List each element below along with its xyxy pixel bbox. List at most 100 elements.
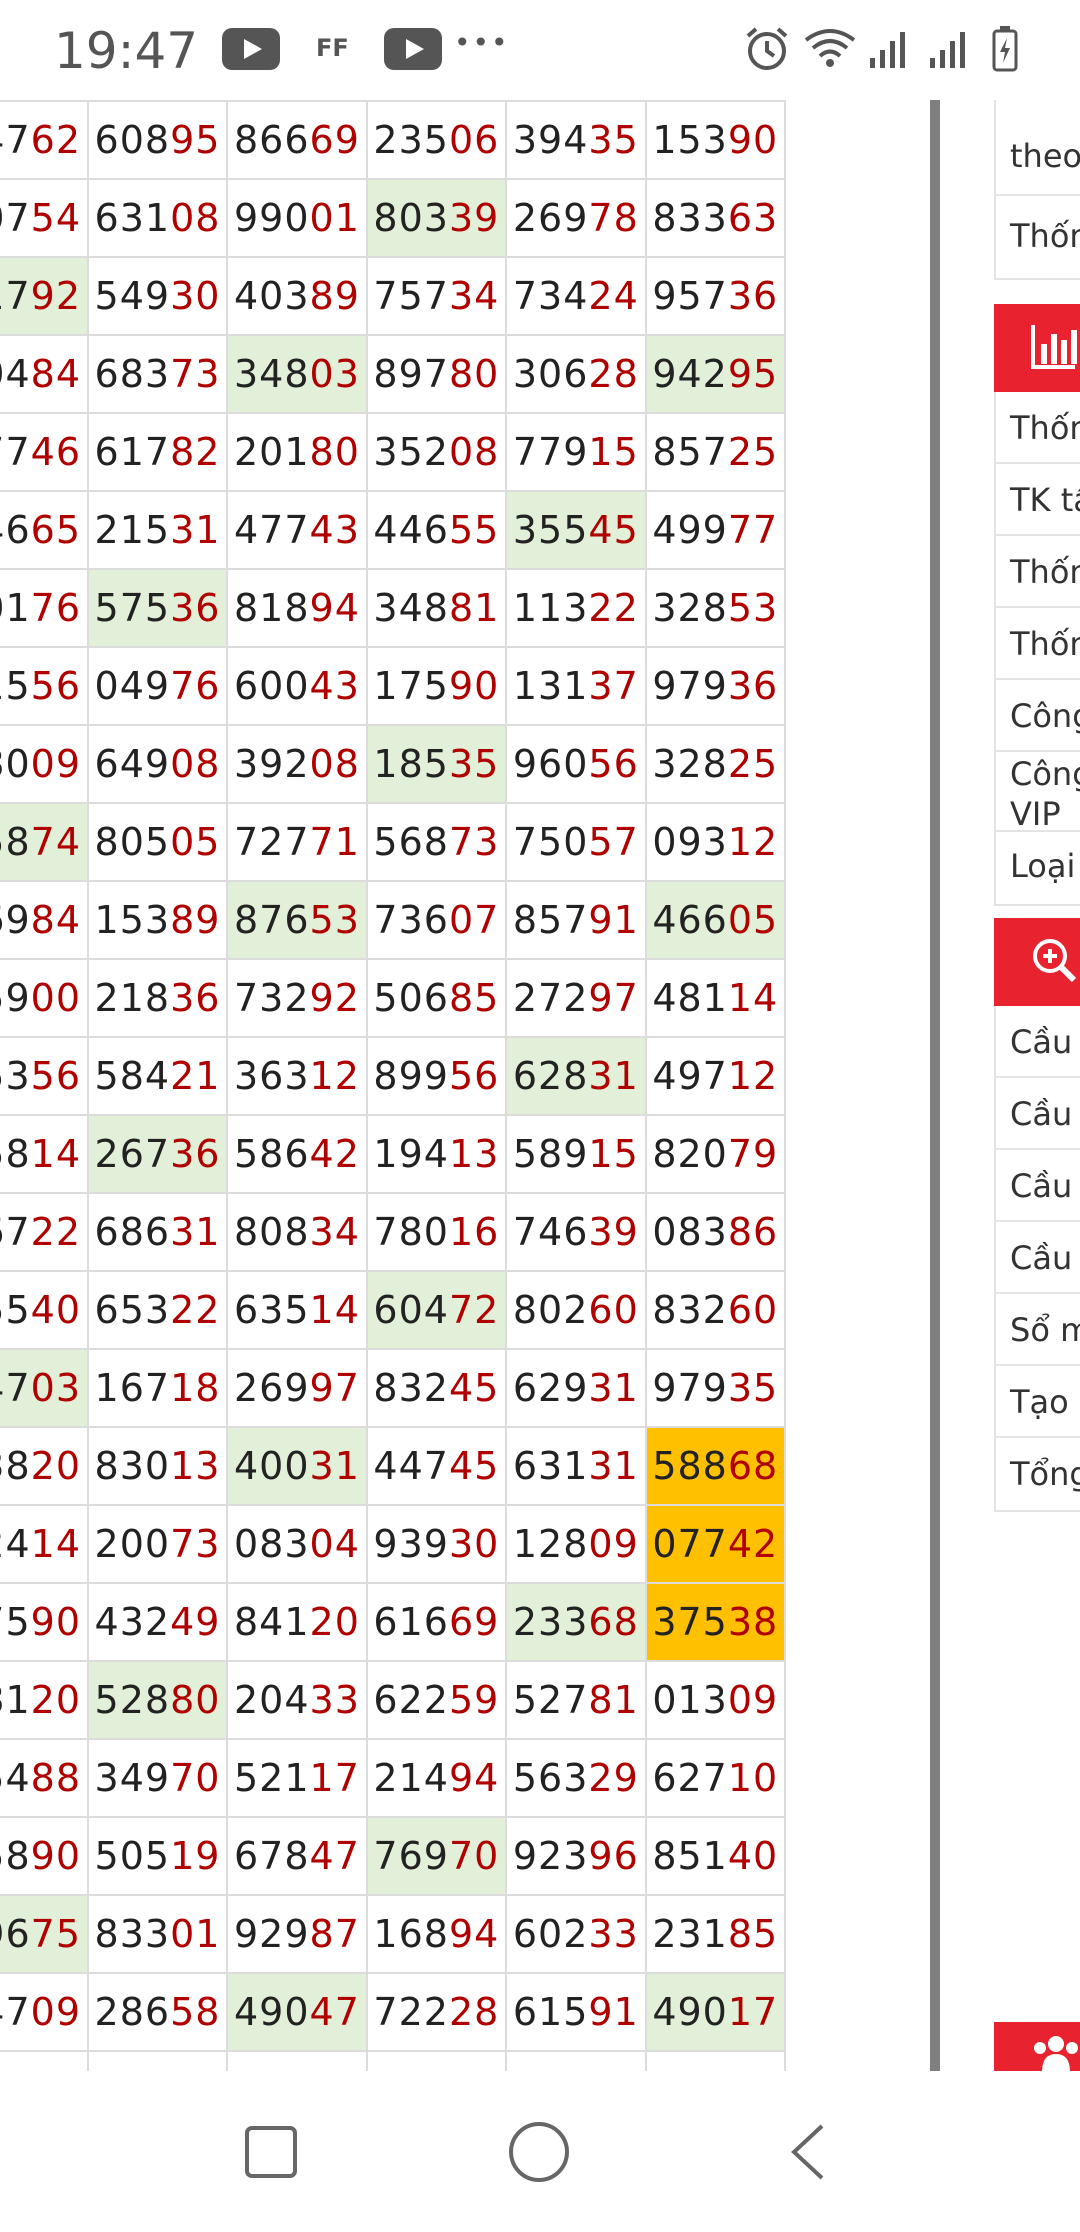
table-cell: 81556 [0,646,89,726]
sidebar-item[interactable]: Thốn [996,196,1080,276]
table-cell: 19413 [365,1114,508,1194]
table-row: 7467226863180834780167463908386 [0,1192,787,1272]
sidebar-item[interactable]: TK tầ [996,464,1080,536]
table-cell: 16894 [365,1894,508,1974]
table-cell: 72771 [226,802,368,882]
table-cell: 78016 [365,1192,508,1272]
table-row: 3981205288020433622595278101309 [0,1660,787,1740]
table-cell: 75057 [505,802,647,882]
table-cell: 95736 [644,256,787,336]
table-cell: 46605 [644,880,787,960]
sidebar-item[interactable]: Thốn [996,392,1080,464]
table-cell: 95488 [0,1738,89,1818]
table-row: 4217925493040389757347342495736 [0,256,787,336]
table-row: 0175904324984120616692336837538 [0,1582,787,1662]
ff-icon: FF [316,34,349,62]
alarm-icon [746,27,788,70]
table-cell: 21494 [365,1738,508,1818]
table-cell: 28658 [86,1972,229,2052]
table-cell: 44745 [365,1426,508,1506]
sidebar-item[interactable]: Tổng [996,1438,1080,1510]
vertical-scrollbar[interactable] [930,100,940,2071]
table-cell: 85356 [0,1036,89,1116]
table-cell: 85140 [644,1816,787,1896]
table-cell: 92396 [505,1816,647,1896]
table-cell: 36312 [226,1036,368,1116]
sidebar-header-search [994,918,1080,1006]
table-cell: 89956 [365,1036,508,1116]
table-cell: 61782 [86,412,229,492]
table-cell: 40389 [226,256,368,336]
sidebar-item[interactable]: Thốn [996,608,1080,680]
results-grid: 0747626089586669235063943515390830754631… [0,100,787,2071]
table-cell: 52880 [86,1660,229,1740]
table-row: 9658748050572771568737505709312 [0,802,787,882]
table-cell: 94295 [644,334,787,414]
sidebar-item[interactable]: Cầu [996,1006,1080,1078]
sidebar-item[interactable]: Loại [996,832,1080,902]
sidebar: theo Thốn Thốn TK tầ Thốn Thốn Công Công… [990,100,1080,2071]
table-cell: 17590 [0,1582,89,1662]
sidebar-item[interactable]: Công VIP [996,752,1080,833]
table-cell: 23506 [365,100,508,180]
table-row: 6638208301340031447456313158868 [0,1426,787,1506]
sidebar-item[interactable]: Tạo [996,1366,1080,1438]
table-cell: 56873 [365,802,508,882]
sidebar-item[interactable]: Công [996,680,1080,752]
table-cell: 97936 [644,646,787,726]
table-row: 2815560497660043175901313797936 [0,646,787,726]
table-cell: 08304 [226,1504,368,1584]
table-cell: 83245 [365,1348,508,1428]
sidebar-item[interactable]: Thốn [996,536,1080,608]
sidebar-item[interactable]: theo [996,100,1080,196]
table-cell: 49977 [644,490,787,570]
table-cell: 63820 [0,1426,89,1506]
table-cell: 63108 [86,178,229,258]
table-cell: 44655 [365,490,508,570]
table-cell: 21836 [86,958,229,1038]
table-cell: 05900 [0,958,89,1038]
table-row: 0796758330192987168946023323185 [0,1894,787,1974]
table-cell: 62931 [505,1348,647,1428]
table-cell: 80260 [505,1270,647,1350]
table-cell: 39208 [226,724,368,804]
battery-charging-icon [992,26,1018,72]
table-cell: 16718 [86,1348,229,1428]
sidebar-item[interactable]: Sổ m [996,1294,1080,1366]
table-cell: 49712 [644,1036,787,1116]
back-icon[interactable] [788,2123,828,2181]
sidebar-item[interactable]: Cầu [996,1222,1080,1294]
table-cell: 73292 [226,958,368,1038]
table-cell: 20073 [86,1504,229,1584]
table-cell: 15890 [0,1816,89,1896]
table-cell: 26978 [505,178,647,258]
results-table[interactable]: 0747626089586669235063943515390830754631… [0,100,934,2071]
table-cell: 43249 [86,1582,229,1662]
table-row: 0747626089586669235063943515390 [0,100,787,180]
table-cell: 86669 [226,100,368,180]
table-cell: 20433 [226,1660,368,1740]
table-cell: 68631 [86,1192,229,1272]
home-icon[interactable] [508,2121,570,2183]
table-cell: 68373 [86,334,229,414]
table-cell: 12809 [505,1504,647,1584]
table-cell: 52446 [505,2050,647,2071]
table-cell: 23368 [505,1582,647,1662]
table-cell: 52117 [226,1738,368,1818]
table-cell: 32853 [644,568,787,648]
sidebar-item[interactable]: Cầu [996,1150,1080,1222]
table-cell: 52781 [505,1660,647,1740]
table-row: 6480096490839208185359605632825 [0,724,787,804]
table-cell: 50519 [86,1816,229,1896]
table-cell: 11322 [505,568,647,648]
table-cell: 76970 [365,1816,508,1896]
recent-apps-icon[interactable] [244,2125,298,2179]
table-cell: 97935 [644,1348,787,1428]
table-cell: 85791 [505,880,647,960]
users-icon [1034,2036,1078,2071]
table-cell: 83013 [86,1426,229,1506]
table-cell: 07742 [644,1504,787,1584]
table-cell: 60043 [226,646,368,726]
table-row: 1255406532263514604728026083260 [0,1270,787,1350]
sidebar-item[interactable]: Cầu [996,1078,1080,1150]
